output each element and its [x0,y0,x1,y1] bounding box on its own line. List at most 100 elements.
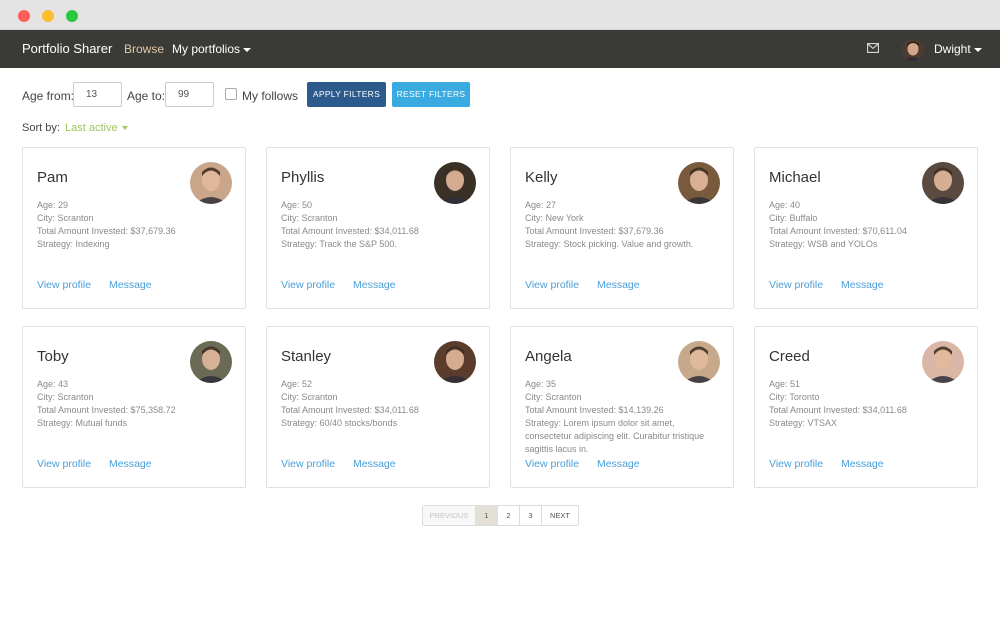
pagination-next-button[interactable]: NEXT [542,506,578,525]
message-link[interactable]: Message [841,279,884,291]
view-profile-link[interactable]: View profile [281,279,335,291]
nav-my-portfolios-dropdown[interactable]: My portfolios [172,42,252,56]
card-details: Age: 40 City: Buffalo Total Amount Investe… [769,199,965,251]
card-invested: Total Amount Invested: $34,011.68 [281,405,419,415]
card-invested: Total Amount Invested: $70,611.04 [769,226,907,236]
reset-filters-button[interactable]: RESET FILTERS [392,82,470,107]
brand-link[interactable]: Portfolio Sharer [22,41,112,56]
portfolio-card: Creed Age: 51 City: Toronto Total Amount In… [754,326,978,488]
card-strategy: Strategy: VTSAX [769,418,838,428]
portfolio-card: Phyllis Age: 50 City: Scranton Total Amount… [266,147,490,309]
message-link[interactable]: Message [109,458,152,470]
card-age: Age: 27 [525,200,557,210]
card-age: Age: 43 [37,379,69,389]
card-age: Age: 29 [37,200,69,210]
my-follows-checkbox[interactable] [225,88,237,100]
close-window-button[interactable] [18,10,30,22]
message-link[interactable]: Message [353,458,396,470]
pagination-page-1[interactable]: 1 [476,506,498,525]
age-from-input[interactable] [73,82,122,107]
card-invested: Total Amount Invested: $75,358.72 [37,405,176,415]
card-name: Toby [37,348,69,365]
user-menu-dropdown[interactable]: Dwight [934,42,982,56]
profile-avatar [190,162,232,204]
age-from-label: Age from: [22,89,75,103]
portfolio-card: Michael Age: 40 City: Buffalo Total Amount … [754,147,978,309]
portfolio-card: Kelly Age: 27 City: New York Total Amount I… [510,147,734,309]
card-invested: Total Amount Invested: $37,679.36 [525,226,664,236]
user-name: Dwight [934,42,971,56]
view-profile-link[interactable]: View profile [769,458,823,470]
message-link[interactable]: Message [597,279,640,291]
card-city: City: Scranton [281,213,338,223]
profile-avatar [922,341,964,383]
card-invested: Total Amount Invested: $34,011.68 [769,405,907,415]
card-city: City: Scranton [281,392,338,402]
card-city: City: Scranton [37,392,94,402]
card-city: City: Scranton [525,392,582,402]
card-details: Age: 29 City: Scranton Total Amount Invest… [37,199,233,251]
profile-avatar [678,341,720,383]
card-invested: Total Amount Invested: $14,139.26 [525,405,664,415]
age-to-label: Age to: [127,89,166,103]
profile-avatar [434,162,476,204]
view-profile-link[interactable]: View profile [281,458,335,470]
card-name: Michael [769,169,821,186]
profile-avatar [678,162,720,204]
card-age: Age: 52 [281,379,313,389]
card-strategy: Strategy: Mutual funds [37,418,128,428]
card-age: Age: 51 [769,379,801,389]
nav-my-portfolios-label: My portfolios [172,42,241,56]
chevron-down-icon [121,126,128,131]
pagination: PREVIOUS 1 2 3 NEXT [422,505,579,526]
card-name: Kelly [525,169,558,186]
card-details: Age: 50 City: Scranton Total Amount Invest… [281,199,477,251]
message-link[interactable]: Message [597,458,640,470]
view-profile-link[interactable]: View profile [37,458,91,470]
portfolio-card: Stanley Age: 52 City: Scranton Total Amount… [266,326,490,488]
minimize-window-button[interactable] [42,10,54,22]
chevron-down-icon [973,47,982,52]
card-strategy: Strategy: Stock picking. Value and growt… [525,239,694,249]
card-details: Age: 27 City: New York Total Amount Invest… [525,199,721,251]
message-link[interactable]: Message [841,458,884,470]
view-profile-link[interactable]: View profile [525,458,579,470]
sort-by-value: Last active [65,122,118,134]
age-to-input[interactable] [165,82,214,107]
card-invested: Total Amount Invested: $34,011.68 [281,226,419,236]
card-name: Creed [769,348,810,365]
my-follows-label[interactable]: My follows [242,89,298,103]
pagination-page-3[interactable]: 3 [520,506,542,525]
message-link[interactable]: Message [353,279,396,291]
pagination-previous-button[interactable]: PREVIOUS [423,506,476,525]
card-city: City: Scranton [37,213,94,223]
card-strategy: Strategy: WSB and YOLOs [769,239,878,249]
top-navbar: Portfolio Sharer Browse My portfolios [0,30,1000,68]
card-strategy: Strategy: Track the S&P 500. [281,239,397,249]
profile-avatar [434,341,476,383]
card-city: City: Toronto [769,392,820,402]
card-details: Age: 51 City: Toronto Total Amount Investe… [769,378,965,430]
card-details: Age: 35 City: Scranton Total Amount Invest… [525,378,721,456]
envelope-icon[interactable] [867,43,879,53]
sort-by-dropdown[interactable]: Last active [65,122,128,134]
card-details: Age: 52 City: Scranton Total Amount Invest… [281,378,477,430]
chevron-down-icon [243,47,252,52]
view-profile-link[interactable]: View profile [525,279,579,291]
view-profile-link[interactable]: View profile [769,279,823,291]
user-avatar[interactable] [902,39,924,61]
portfolio-card: Pam Age: 29 City: Scranton Total Amount Inv… [22,147,246,309]
card-city: City: New York [525,213,584,223]
window-titlebar [0,0,1000,30]
nav-browse-link[interactable]: Browse [124,42,164,56]
maximize-window-button[interactable] [66,10,78,22]
card-name: Phyllis [281,169,325,186]
view-profile-link[interactable]: View profile [37,279,91,291]
message-link[interactable]: Message [109,279,152,291]
card-city: City: Buffalo [769,213,818,223]
pagination-page-2[interactable]: 2 [498,506,520,525]
card-details: Age: 43 City: Scranton Total Amount Invest… [37,378,233,430]
card-age: Age: 35 [525,379,557,389]
profile-avatar [922,162,964,204]
apply-filters-button[interactable]: APPLY FILTERS [307,82,386,107]
